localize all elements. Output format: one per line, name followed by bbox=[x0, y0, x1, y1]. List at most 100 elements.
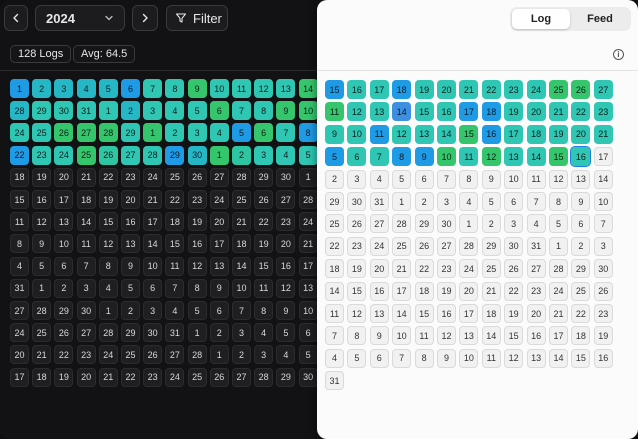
day-cell[interactable]: 28 bbox=[254, 367, 274, 387]
day-cell[interactable]: 21 bbox=[392, 259, 412, 279]
day-cell[interactable]: 4 bbox=[276, 345, 296, 365]
day-cell[interactable]: 6 bbox=[254, 123, 274, 143]
day-cell[interactable]: 9 bbox=[209, 278, 229, 298]
day-cell[interactable]: 7 bbox=[165, 278, 185, 298]
day-cell[interactable]: 26 bbox=[593, 281, 613, 301]
day-cell[interactable]: 6 bbox=[209, 101, 229, 121]
day-cell[interactable]: 13 bbox=[276, 79, 296, 98]
day-cell[interactable]: 15 bbox=[459, 124, 479, 144]
day-cell[interactable]: 10 bbox=[459, 348, 479, 368]
day-cell[interactable]: 3 bbox=[254, 345, 274, 365]
day-cell[interactable]: 28 bbox=[143, 145, 163, 165]
day-cell[interactable]: 10 bbox=[593, 192, 613, 211]
day-cell[interactable]: 17 bbox=[459, 102, 479, 122]
day-cell[interactable]: 15 bbox=[10, 190, 29, 209]
day-cell[interactable]: 4 bbox=[165, 301, 185, 320]
day-cell[interactable]: 27 bbox=[76, 323, 96, 343]
day-cell[interactable]: 28 bbox=[10, 101, 29, 121]
day-cell[interactable]: 8 bbox=[392, 147, 412, 167]
day-cell[interactable]: 1 bbox=[32, 278, 52, 298]
day-cell[interactable]: 18 bbox=[481, 304, 501, 323]
day-cell[interactable]: 27 bbox=[165, 345, 185, 365]
day-cell[interactable]: 3 bbox=[347, 169, 367, 189]
day-cell[interactable]: 12 bbox=[347, 304, 367, 323]
day-cell[interactable]: 15 bbox=[414, 304, 434, 323]
day-cell[interactable]: 12 bbox=[504, 348, 524, 368]
day-cell[interactable]: 5 bbox=[298, 145, 318, 165]
day-cell[interactable]: 17 bbox=[369, 80, 389, 99]
day-cell[interactable]: 29 bbox=[32, 101, 52, 121]
day-cell[interactable]: 29 bbox=[121, 123, 140, 143]
day-cell[interactable]: 27 bbox=[121, 145, 140, 165]
day-cell[interactable]: 7 bbox=[232, 301, 251, 320]
day-cell[interactable]: 29 bbox=[276, 367, 296, 387]
day-cell[interactable]: 26 bbox=[98, 145, 118, 165]
day-cell[interactable]: 12 bbox=[549, 169, 568, 189]
day-cell[interactable]: 24 bbox=[54, 145, 74, 165]
day-cell[interactable]: 13 bbox=[121, 234, 140, 254]
day-cell[interactable]: 22 bbox=[414, 259, 434, 279]
day-cell[interactable]: 17 bbox=[10, 367, 29, 387]
day-cell[interactable]: 3 bbox=[143, 101, 163, 121]
day-cell[interactable]: 4 bbox=[165, 101, 185, 121]
day-cell[interactable]: 4 bbox=[526, 214, 546, 234]
tab-log[interactable]: Log bbox=[512, 9, 570, 29]
day-cell[interactable]: 28 bbox=[298, 190, 318, 209]
day-cell[interactable]: 14 bbox=[325, 281, 344, 301]
day-cell[interactable]: 13 bbox=[54, 212, 74, 232]
day-cell[interactable]: 1 bbox=[549, 236, 568, 256]
day-cell[interactable]: 26 bbox=[254, 190, 274, 209]
day-cell[interactable]: 20 bbox=[526, 102, 546, 122]
day-cell[interactable]: 28 bbox=[98, 323, 118, 343]
day-cell[interactable]: 24 bbox=[298, 212, 318, 232]
day-cell[interactable]: 31 bbox=[165, 323, 185, 343]
day-cell[interactable]: 2 bbox=[232, 345, 251, 365]
day-cell[interactable]: 8 bbox=[10, 234, 29, 254]
day-cell[interactable]: 23 bbox=[526, 281, 546, 301]
day-cell[interactable]: 13 bbox=[504, 147, 524, 167]
day-cell[interactable]: 26 bbox=[143, 345, 163, 365]
day-cell[interactable]: 21 bbox=[232, 212, 251, 232]
day-cell[interactable]: 23 bbox=[347, 236, 367, 256]
day-cell[interactable]: 15 bbox=[98, 212, 118, 232]
day-cell[interactable]: 5 bbox=[32, 256, 52, 276]
day-cell[interactable]: 6 bbox=[504, 192, 524, 211]
day-cell[interactable]: 11 bbox=[325, 304, 344, 323]
day-cell[interactable]: 18 bbox=[571, 326, 591, 346]
day-cell[interactable]: 7 bbox=[369, 147, 389, 167]
day-cell[interactable]: 14 bbox=[392, 304, 412, 323]
day-cell[interactable]: 22 bbox=[98, 167, 118, 187]
day-cell[interactable]: 8 bbox=[254, 101, 274, 121]
day-cell[interactable]: 14 bbox=[392, 102, 412, 122]
day-cell[interactable]: 24 bbox=[459, 259, 479, 279]
day-cell[interactable]: 29 bbox=[254, 167, 274, 187]
day-cell[interactable]: 9 bbox=[325, 124, 344, 144]
day-cell[interactable]: 17 bbox=[209, 234, 229, 254]
day-cell[interactable]: 31 bbox=[526, 236, 546, 256]
day-cell[interactable]: 8 bbox=[549, 192, 568, 211]
day-cell[interactable]: 14 bbox=[549, 348, 568, 368]
day-cell[interactable]: 21 bbox=[98, 367, 118, 387]
day-cell[interactable]: 23 bbox=[187, 190, 207, 209]
day-cell[interactable]: 19 bbox=[347, 259, 367, 279]
day-cell[interactable]: 10 bbox=[232, 278, 251, 298]
day-cell[interactable]: 25 bbox=[165, 167, 185, 187]
day-cell[interactable]: 17 bbox=[459, 304, 479, 323]
day-cell[interactable]: 29 bbox=[571, 259, 591, 279]
day-cell[interactable]: 24 bbox=[10, 123, 29, 143]
day-cell[interactable]: 2 bbox=[571, 236, 591, 256]
day-cell[interactable]: 26 bbox=[187, 167, 207, 187]
day-cell[interactable]: 10 bbox=[347, 124, 367, 144]
day-cell[interactable]: 26 bbox=[414, 236, 434, 256]
day-cell[interactable]: 10 bbox=[392, 326, 412, 346]
day-cell[interactable]: 9 bbox=[121, 256, 140, 276]
day-cell[interactable]: 9 bbox=[414, 147, 434, 167]
day-cell[interactable]: 22 bbox=[504, 281, 524, 301]
day-cell[interactable]: 1 bbox=[98, 301, 118, 320]
day-cell[interactable]: 8 bbox=[298, 123, 318, 143]
day-cell[interactable]: 2 bbox=[481, 214, 501, 234]
day-cell[interactable]: 16 bbox=[187, 234, 207, 254]
day-cell[interactable]: 1 bbox=[209, 145, 229, 165]
day-cell[interactable]: 5 bbox=[232, 123, 251, 143]
day-cell[interactable]: 30 bbox=[437, 214, 456, 234]
